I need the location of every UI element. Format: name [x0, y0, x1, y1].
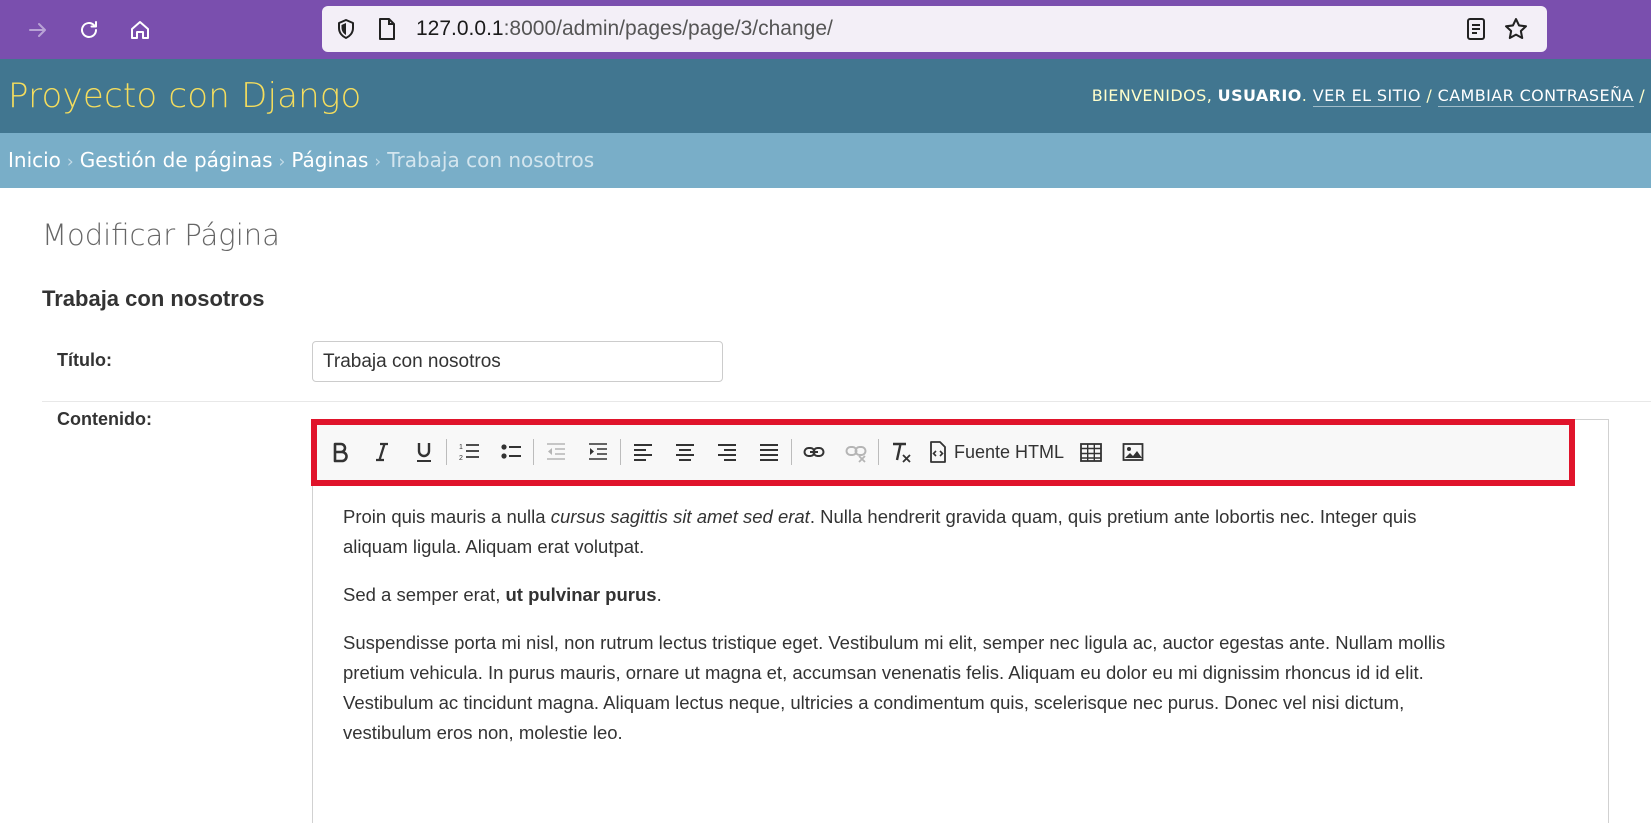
content-label: Contenido:	[57, 409, 152, 429]
admin-header: Proyecto con Django Bienvenidos, Usuario…	[0, 59, 1651, 133]
unlink-button[interactable]	[835, 434, 877, 470]
forward-icon[interactable]	[20, 12, 56, 48]
align-center-icon	[676, 444, 694, 461]
source-html-button[interactable]: Fuente HTML	[922, 434, 1070, 470]
remove-format-icon	[893, 442, 911, 463]
italic-button[interactable]	[361, 434, 403, 470]
outdent-button[interactable]	[535, 434, 577, 470]
page-icon[interactable]	[376, 17, 398, 46]
page-title: Modificar Página	[42, 218, 280, 252]
url-text[interactable]: 127.0.0.1:8000/admin/pages/page/3/change…	[416, 6, 833, 52]
editor-paragraph: Suspendisse porta mi nisl, non rutrum le…	[343, 632, 1446, 743]
browser-toolbar: 127.0.0.1:8000/admin/pages/page/3/change…	[0, 0, 1651, 59]
username: Usuario	[1217, 86, 1302, 105]
bold-button[interactable]	[319, 434, 361, 470]
remove-format-button[interactable]	[880, 434, 922, 470]
align-right-button[interactable]	[706, 434, 748, 470]
editor-paragraph: Sed a semper erat, ut pulvinar purus.	[343, 584, 662, 605]
editor-content-area[interactable]: Proin quis mauris a nulla cursus sagitti…	[343, 502, 1463, 766]
bullet-list-icon	[501, 444, 521, 459]
reload-icon[interactable]	[71, 12, 107, 48]
welcome-text: Bienvenidos,	[1091, 86, 1218, 105]
reader-view-icon[interactable]	[1465, 17, 1487, 46]
align-justify-icon	[760, 444, 778, 461]
bookmark-star-icon[interactable]	[1503, 16, 1529, 47]
outdent-icon	[547, 443, 565, 460]
shield-icon[interactable]	[334, 17, 358, 46]
align-justify-button[interactable]	[748, 434, 790, 470]
svg-text:1: 1	[459, 444, 463, 451]
unlink-icon	[845, 446, 867, 463]
rich-text-editor: 12 Fuente HTML Proin quis mauris a nulla…	[311, 419, 1609, 823]
indent-icon	[589, 443, 607, 460]
link-icon	[803, 447, 825, 457]
table-button[interactable]	[1070, 434, 1112, 470]
breadcrumb-current: Trabaja con nosotros	[387, 148, 595, 172]
italic-icon	[376, 442, 388, 462]
svg-text:2: 2	[459, 455, 463, 462]
source-code-icon	[930, 441, 946, 463]
object-title: Trabaja con nosotros	[42, 286, 265, 311]
breadcrumb: Inicio › Gestión de páginas › Páginas › Trabaj…	[0, 133, 1651, 188]
bold-icon	[333, 442, 348, 463]
editor-toolbar-highlight: 12 Fuente HTML	[311, 419, 1575, 486]
address-bar[interactable]: 127.0.0.1:8000/admin/pages/page/3/change…	[322, 6, 1547, 52]
title-input[interactable]	[312, 341, 723, 382]
bullet-list-button[interactable]	[490, 434, 532, 470]
breadcrumb-home-link[interactable]: Inicio	[8, 148, 61, 172]
numbered-list-button[interactable]: 12	[448, 434, 490, 470]
underline-icon	[417, 443, 431, 462]
source-html-label: Fuente HTML	[954, 441, 1065, 462]
underline-button[interactable]	[403, 434, 445, 470]
editor-paragraph: Proin quis mauris a nulla cursus sagitti…	[343, 506, 1417, 557]
title-label: Título:	[57, 350, 112, 370]
editor-toolbar: 12 Fuente HTML	[319, 427, 1154, 477]
form-row-content: Contenido: 12 Fuente HTML Proin quis mau…	[42, 403, 1651, 823]
breadcrumb-model-link[interactable]: Páginas	[291, 148, 368, 172]
align-left-button[interactable]	[622, 434, 664, 470]
breadcrumb-app-link[interactable]: Gestión de páginas	[80, 148, 273, 172]
change-password-link[interactable]: Cambiar contraseña	[1437, 86, 1634, 107]
user-tools: Bienvenidos, Usuario. Ver el sitio / Cam…	[1091, 86, 1645, 107]
image-button[interactable]	[1112, 434, 1154, 470]
view-site-link[interactable]: Ver el sitio	[1312, 86, 1421, 107]
form-row-title: Título:	[42, 320, 1651, 402]
home-icon[interactable]	[122, 12, 158, 48]
table-icon	[1080, 443, 1102, 462]
image-icon	[1122, 443, 1144, 461]
align-left-icon	[634, 444, 652, 461]
numbered-list-icon: 12	[459, 444, 479, 462]
align-center-button[interactable]	[664, 434, 706, 470]
align-right-icon	[718, 444, 736, 461]
link-button[interactable]	[793, 434, 835, 470]
site-name[interactable]: Proyecto con Django	[8, 59, 361, 133]
indent-button[interactable]	[577, 434, 619, 470]
